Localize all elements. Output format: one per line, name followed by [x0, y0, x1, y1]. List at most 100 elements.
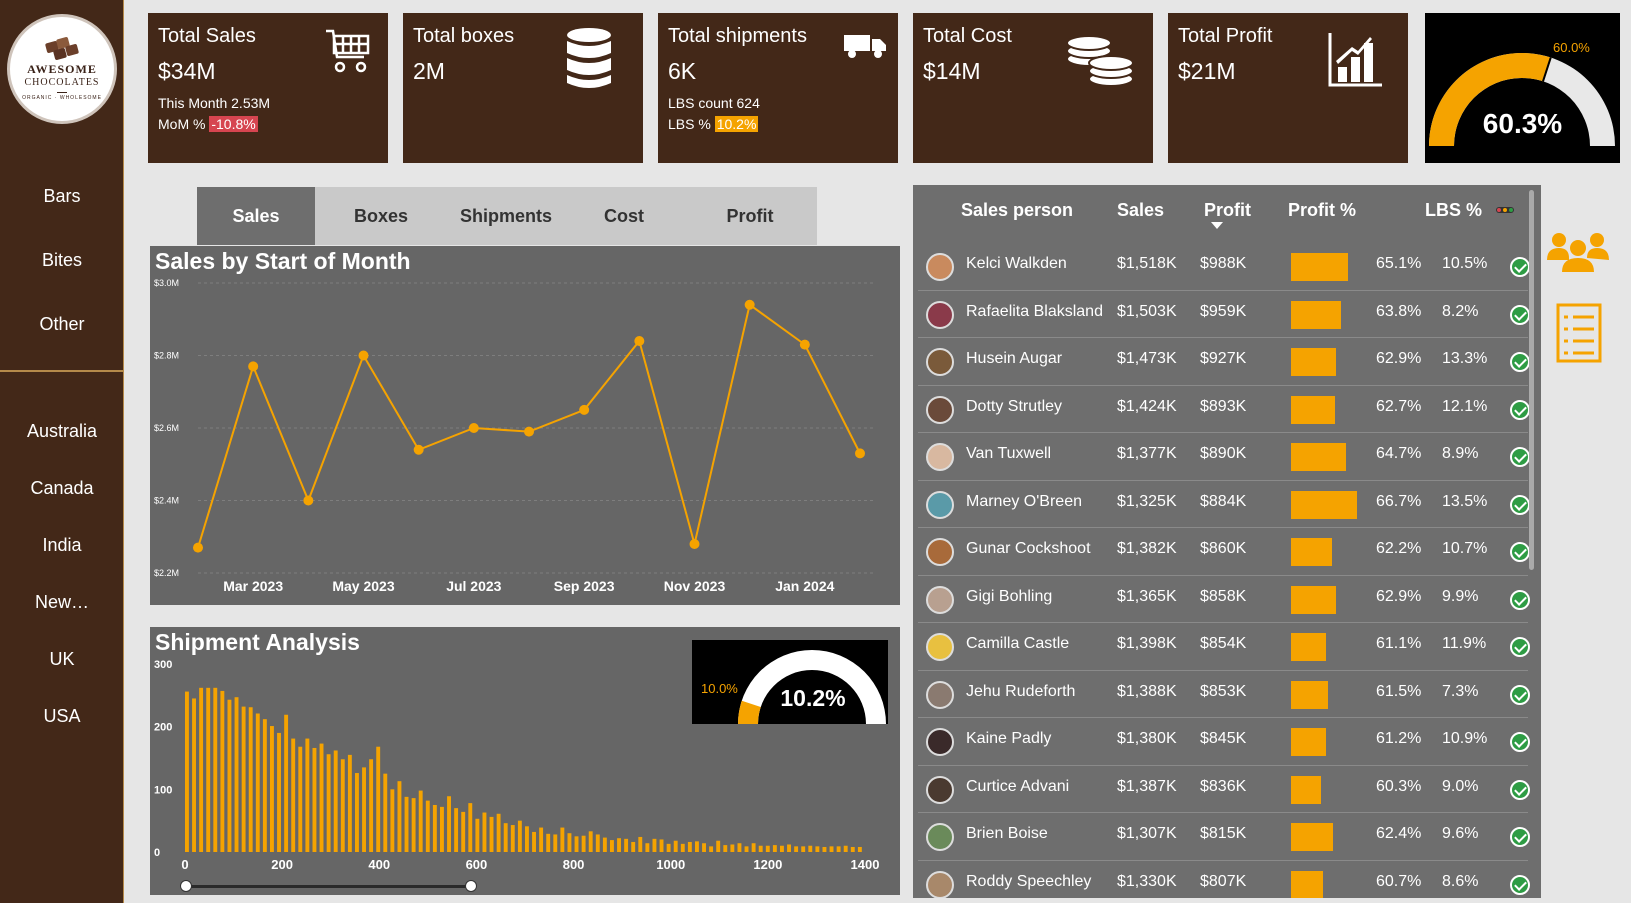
histogram-bar: [355, 773, 359, 852]
document-list-icon[interactable]: [1556, 303, 1602, 363]
filter-bars[interactable]: Bars: [0, 186, 124, 207]
table-row[interactable]: Brien Boise $1,307K $815K 62.4% 9.6%: [918, 813, 1530, 861]
cell-profit-pct: 62.9%: [1376, 587, 1422, 605]
logo-line-2: CHOCOLATES: [24, 76, 100, 88]
cell-profit-pct: 62.7%: [1376, 397, 1422, 415]
table-row[interactable]: Husein Augar $1,473K $927K 62.9% 13.3%: [918, 338, 1530, 386]
histogram-bar: [220, 690, 225, 852]
histogram-bar: [312, 747, 317, 852]
people-icon[interactable]: [1545, 230, 1611, 274]
table-row[interactable]: Gunar Cockshoot $1,382K $860K 62.2% 10.7%: [918, 528, 1530, 576]
col-lbs-pct[interactable]: LBS %: [1425, 200, 1482, 221]
tab-boxes[interactable]: Boxes: [315, 187, 447, 245]
cell-profit: $836K: [1200, 777, 1247, 795]
cell-profit-pct: 60.7%: [1376, 872, 1422, 890]
cell-sales: $1,424K: [1117, 397, 1177, 415]
histogram-bar: [503, 823, 508, 852]
data-point: [689, 539, 700, 549]
filter-uk[interactable]: UK: [0, 649, 124, 670]
tab-shipments[interactable]: Shipments: [447, 187, 565, 245]
cart-icon: [326, 29, 370, 73]
histogram-bar: [574, 836, 579, 852]
y-tick-label: 300: [154, 659, 172, 671]
table-row[interactable]: Marney O'Breen $1,325K $884K 66.7% 13.5%: [918, 481, 1530, 528]
histogram-bar: [482, 812, 487, 852]
x-tick-label: Sep 2023: [554, 578, 615, 594]
filter-new-zealand[interactable]: New…: [0, 592, 124, 613]
x-tick-label: Jan 2024: [775, 578, 834, 594]
profit-pct-bar: [1291, 870, 1323, 898]
data-point: [524, 426, 534, 437]
filter-other[interactable]: Other: [0, 314, 124, 335]
y-tick-label: $2.8M: [154, 351, 179, 361]
histogram-bar: [652, 838, 657, 852]
check-icon: [1510, 684, 1530, 705]
cell-profit: $959K: [1200, 302, 1247, 320]
histogram-bar: [659, 839, 664, 852]
table-row[interactable]: Roddy Speechley $1,330K $807K 60.7% 8.6%: [918, 861, 1530, 898]
col-sales-person[interactable]: Sales person: [961, 200, 1073, 221]
table-row[interactable]: Jehu Rudeforth $1,388K $853K 61.5% 7.3%: [918, 671, 1530, 718]
table-row[interactable]: Camilla Castle $1,398K $854K 61.1% 11.9%: [918, 623, 1530, 671]
data-point: [579, 404, 590, 415]
table-row[interactable]: Kelci Walkden $1,518K $988K 65.1% 10.5%: [918, 243, 1530, 291]
range-slider-handle-max[interactable]: [465, 880, 477, 892]
shipment-analysis-panel: Shipment Analysis 300 200 100 0 0 200 400 600 80…: [150, 627, 900, 895]
histogram-bar: [432, 805, 437, 852]
check-icon: [1510, 827, 1530, 847]
histogram-bar: [376, 746, 381, 852]
tab-profit[interactable]: Profit: [683, 187, 817, 245]
check-icon: [1510, 304, 1530, 325]
histogram-bar: [645, 843, 650, 852]
y-tick-label: $2.2M: [154, 568, 179, 578]
cell-name: Roddy Speechley: [966, 872, 1092, 890]
kpi-total-cost: Total Cost $14M: [913, 13, 1153, 163]
table-row[interactable]: Dotty Strutley $1,424K $893K 62.7% 12.1%: [918, 386, 1530, 433]
table-row[interactable]: Gigi Bohling $1,365K $858K 62.9% 9.9%: [918, 576, 1530, 623]
col-profit[interactable]: Profit: [1204, 200, 1251, 221]
profit-pct-bar: [1291, 775, 1321, 804]
profit-pct-bar: [1291, 395, 1335, 424]
cell-name: Curtice Advani: [966, 777, 1070, 795]
x-tick-label: May 2023: [332, 578, 394, 594]
filter-bites[interactable]: Bites: [0, 250, 124, 271]
histogram-bar: [822, 846, 827, 852]
coins-icon: [1066, 35, 1134, 87]
data-point: [855, 448, 865, 459]
avatar: [926, 538, 954, 566]
data-point: [358, 350, 369, 361]
filter-australia[interactable]: Australia: [0, 421, 124, 442]
table-row[interactable]: Curtice Advani $1,387K $836K 60.3% 9.0%: [918, 766, 1530, 813]
cell-profit-pct: 65.1%: [1376, 255, 1422, 272]
tab-sales[interactable]: Sales: [197, 187, 315, 245]
col-profit-pct[interactable]: Profit %: [1288, 200, 1356, 221]
data-point: [248, 361, 259, 372]
data-point: [413, 444, 424, 455]
profit-pct-bar: [1291, 680, 1328, 709]
histogram-bar: [744, 846, 749, 852]
x-tick-label: Jul 2023: [446, 578, 501, 594]
y-tick-label: $2.4M: [154, 496, 179, 506]
filter-india[interactable]: India: [0, 535, 124, 556]
range-slider[interactable]: [180, 880, 477, 892]
histogram-bar: [461, 811, 466, 852]
range-slider-handle-min[interactable]: [180, 880, 192, 892]
truck-icon: [844, 35, 886, 58]
table-row[interactable]: Kaine Padly $1,380K $845K 61.2% 10.9%: [918, 718, 1530, 766]
histogram-bar: [758, 845, 763, 852]
filter-canada[interactable]: Canada: [0, 478, 124, 499]
kpi-total-shipments: Total shipments 6K LBS count 624 LBS % 1…: [658, 13, 898, 163]
cell-profit-pct: 62.9%: [1376, 350, 1422, 367]
lbs-gauge-value: 10.2%: [780, 685, 846, 711]
cell-profit: $890K: [1200, 445, 1247, 462]
tab-cost[interactable]: Cost: [565, 187, 683, 245]
table-row[interactable]: Rafaelita Blaksland $1,503K $959K 63.8% 8.2%: [918, 291, 1530, 338]
histogram-bar: [843, 845, 848, 852]
table-scrollbar[interactable]: [1529, 190, 1534, 570]
table-row[interactable]: Van Tuxwell $1,377K $890K 64.7% 8.9%: [918, 433, 1530, 481]
y-tick-label: 100: [154, 784, 172, 796]
cell-name: Van Tuxwell: [966, 445, 1052, 462]
histogram-bar: [496, 813, 501, 852]
filter-usa[interactable]: USA: [0, 706, 124, 727]
col-sales[interactable]: Sales: [1117, 200, 1164, 221]
